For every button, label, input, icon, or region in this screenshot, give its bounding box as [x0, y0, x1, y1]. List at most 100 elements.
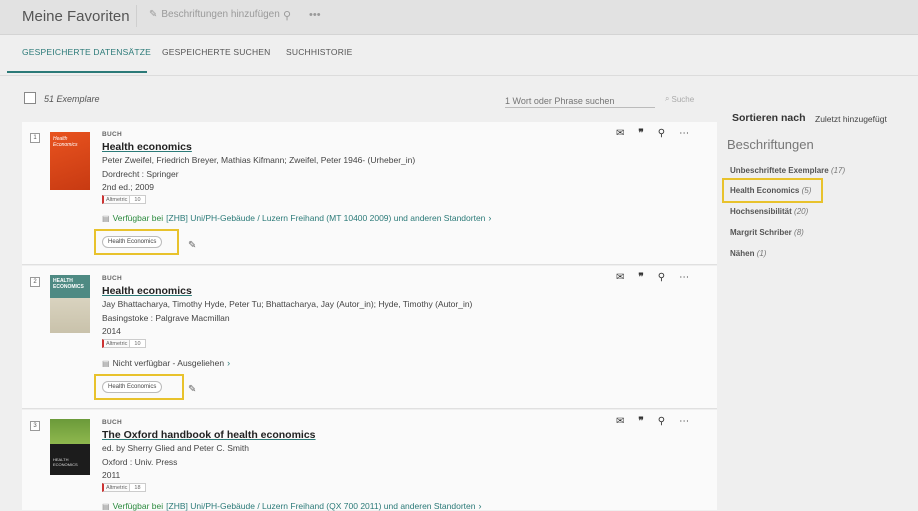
- record-authors: ed. by Sherry Glied and Peter C. Smith: [102, 443, 249, 453]
- record-title[interactable]: The Oxford handbook of health economics: [102, 429, 316, 441]
- sort-label: Sortieren nach: [732, 112, 806, 124]
- unpin-icon[interactable]: ⚲: [658, 272, 665, 283]
- chevron-right-icon: ›: [488, 213, 492, 223]
- book-cover[interactable]: Health Economics: [50, 132, 90, 190]
- more-icon[interactable]: ⋯: [679, 272, 689, 283]
- availability-status: Verfügbar bei: [112, 213, 164, 223]
- book-cover[interactable]: HEALTH ECONOMICS: [50, 275, 90, 333]
- record-title[interactable]: Health economics: [102, 285, 192, 297]
- sort-select[interactable]: Zuletzt hinzugefügt: [815, 114, 887, 124]
- record-publisher: Basingstoke : Palgrave Macmillan: [102, 313, 230, 323]
- record-number: 3: [30, 421, 40, 431]
- quote-icon[interactable]: ❞: [638, 272, 643, 283]
- record-card[interactable]: 2 HEALTH ECONOMICS BUCH Health economics …: [22, 266, 717, 409]
- unpin-icon[interactable]: ⚲: [658, 416, 665, 427]
- record-count: 51 Exemplare: [44, 94, 100, 104]
- pencil-icon[interactable]: ✎: [188, 240, 196, 251]
- more-icon[interactable]: ⋯: [679, 128, 689, 139]
- pencil-icon: ✎: [149, 9, 158, 20]
- more-icon[interactable]: ⋯: [679, 416, 689, 427]
- tag-filter-count: (17): [830, 166, 846, 175]
- quote-icon[interactable]: ❞: [638, 416, 643, 427]
- altmetric-badge[interactable]: Altmetric 10: [102, 339, 146, 348]
- more-icon[interactable]: •••: [309, 9, 321, 21]
- record-number: 2: [30, 277, 40, 287]
- unpin-icon[interactable]: ⚲: [658, 128, 665, 139]
- book-cover[interactable]: HEALTH ECONOMICS: [50, 419, 90, 475]
- tag-filter-hochsensibilitaet[interactable]: Hochsensibilität (20): [730, 207, 808, 216]
- add-tags-button[interactable]: ✎ Beschriftungen hinzufügen: [149, 9, 280, 20]
- page-title: Meine Favoriten: [22, 8, 130, 25]
- location-icon: ▤: [102, 358, 110, 368]
- tag-filter-highlight: [722, 178, 823, 203]
- altmetric-score: 10: [130, 339, 146, 348]
- record-title[interactable]: Health economics: [102, 141, 192, 153]
- record-edition: 2nd ed.; 2009: [102, 182, 154, 192]
- divider: [0, 75, 918, 76]
- email-icon[interactable]: ✉: [616, 272, 624, 283]
- altmetric-badge[interactable]: Altmetric 18: [102, 483, 146, 492]
- tag-filter-count: (1): [756, 249, 767, 258]
- record-publisher: Dordrecht : Springer: [102, 169, 179, 179]
- search-button-label: Suche: [671, 94, 695, 104]
- tag-highlight: Health Economics: [94, 229, 179, 255]
- altmetric-badge[interactable]: Altmetric 10: [102, 195, 146, 204]
- search-button[interactable]: ⌕ Suche: [665, 94, 694, 104]
- quote-icon[interactable]: ❞: [638, 128, 643, 139]
- cover-art: Health Economics: [53, 136, 78, 148]
- location-icon: ▤: [102, 213, 110, 223]
- tab-saved-searches[interactable]: GESPEICHERTE SUCHEN: [162, 47, 271, 57]
- tag-pill[interactable]: Health Economics: [102, 236, 163, 248]
- chevron-right-icon: ›: [227, 358, 231, 368]
- tab-bar: GESPEICHERTE DATENSÄTZE GESPEICHERTE SUC…: [0, 36, 918, 76]
- availability-location: [ZHB] Uni/PH-Gebäude / Luzern Freihand (…: [166, 213, 486, 223]
- active-tab-indicator: [7, 71, 147, 73]
- top-bar: Meine Favoriten ✎ Beschriftungen hinzufü…: [0, 0, 918, 35]
- altmetric-label: Altmetric: [102, 483, 131, 492]
- location-icon: ▤: [102, 501, 110, 511]
- tab-search-history[interactable]: SUCHHISTORIE: [286, 47, 352, 57]
- cover-art: HEALTH ECONOMICS: [53, 457, 78, 467]
- tag-filter-count: (8): [794, 228, 804, 237]
- record-type: BUCH: [102, 275, 122, 282]
- record-actions: ✉ ❞ ⚲ ⋯: [616, 416, 689, 427]
- tab-saved-records[interactable]: GESPEICHERTE DATENSÄTZE: [22, 47, 151, 57]
- record-actions: ✉ ❞ ⚲ ⋯: [616, 272, 689, 283]
- altmetric-label: Altmetric: [102, 195, 131, 204]
- tag-filter-label: Hochsensibilität: [730, 207, 792, 216]
- record-type: BUCH: [102, 419, 122, 426]
- divider: [136, 5, 137, 27]
- altmetric-score: 10: [130, 195, 146, 204]
- availability-status: Nicht verfügbar - Ausgeliehen: [112, 358, 225, 368]
- tag-highlight: Health Economics: [94, 374, 184, 400]
- record-card[interactable]: 3 HEALTH ECONOMICS BUCH The Oxford handbo…: [22, 410, 717, 511]
- tag-filter-count: (20): [794, 207, 809, 216]
- select-all-checkbox[interactable]: [24, 92, 36, 104]
- unpin-icon[interactable]: ⚲: [283, 9, 291, 22]
- tag-filter-margrit-schriber[interactable]: Margrit Schriber (8): [730, 228, 804, 237]
- pencil-icon[interactable]: ✎: [188, 384, 196, 395]
- record-edition: 2014: [102, 326, 121, 336]
- record-card[interactable]: 1 Health Economics BUCH Health economics …: [22, 122, 717, 265]
- tag-filter-label: Unbeschriftete Exemplare: [730, 166, 829, 175]
- tag-filter-unlabeled[interactable]: Unbeschriftete Exemplare (17): [730, 166, 845, 175]
- record-authors: Jay Bhattacharya, Timothy Hyde, Peter Tu…: [102, 299, 473, 309]
- search-icon: ⌕: [665, 94, 670, 103]
- record-edition: 2011: [102, 470, 121, 480]
- email-icon[interactable]: ✉: [616, 128, 624, 139]
- altmetric-label: Altmetric: [102, 339, 131, 348]
- tags-heading: Beschriftungen: [727, 137, 814, 152]
- tag-pill[interactable]: Health Economics: [102, 381, 163, 393]
- cover-art: HEALTH ECONOMICS: [53, 278, 84, 290]
- record-authors: Peter Zweifel, Friedrich Breyer, Mathias…: [102, 155, 416, 165]
- email-icon[interactable]: ✉: [616, 416, 624, 427]
- search-input[interactable]: [505, 94, 655, 108]
- altmetric-score: 18: [130, 483, 146, 492]
- record-number: 1: [30, 133, 40, 143]
- availability[interactable]: ▤ Nicht verfügbar - Ausgeliehen ›: [102, 358, 230, 368]
- tag-filter-naehen[interactable]: Nähen (1): [730, 249, 766, 258]
- record-publisher: Oxford : Univ. Press: [102, 457, 178, 467]
- add-tags-label: Beschriftungen hinzufügen: [161, 9, 280, 20]
- tag-filter-label: Margrit Schriber: [730, 228, 792, 237]
- availability[interactable]: ▤ Verfügbar bei [ZHB] Uni/PH-Gebäude / L…: [102, 213, 491, 223]
